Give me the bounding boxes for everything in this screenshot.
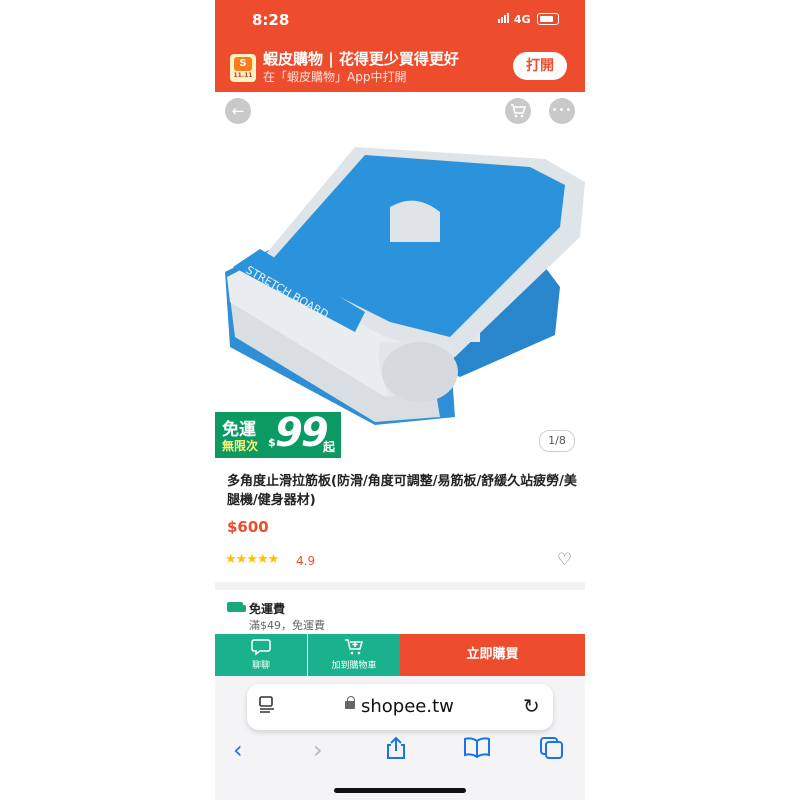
rating-value: 4.9: [296, 554, 316, 568]
truck-icon: [227, 602, 246, 612]
signal-bars-icon: [498, 13, 510, 26]
logo-label: 11.11: [233, 72, 253, 79]
share-icon[interactable]: [385, 736, 407, 766]
shopee-logo-icon: S 11.11: [230, 54, 256, 82]
signal-indicator: 4G: [498, 13, 531, 26]
network-type: 4G: [513, 13, 531, 26]
back-arrow-icon[interactable]: ←: [225, 98, 251, 124]
heart-icon[interactable]: ♡: [557, 550, 572, 570]
home-indicator: [334, 788, 466, 793]
section-divider: [215, 582, 585, 590]
image-page-indicator: 1/8: [539, 430, 575, 452]
reader-icon[interactable]: [258, 695, 276, 718]
product-title: 多角度止滑拉筋板(防滑/角度可調整/易筋板/舒緩久站疲勞/美腿機/健身器材): [227, 474, 577, 508]
battery-icon: [537, 13, 559, 25]
chat-icon: [215, 638, 307, 658]
app-banner[interactable]: S 11.11 蝦皮購物 | 花得更少買得更好 在「蝦皮購物」App中打開 打開: [215, 42, 585, 92]
promo-up: 起: [323, 440, 336, 454]
rating-stars-icon: ★★★★★: [225, 552, 279, 567]
address-bar[interactable]: shopee.tw ↻: [247, 684, 553, 730]
cart-icon[interactable]: [505, 98, 531, 124]
action-bar: 聊聊 加到購物車 立即購買: [215, 634, 585, 676]
bookmarks-icon[interactable]: [463, 736, 491, 764]
buy-now-button[interactable]: 立即購買: [400, 634, 585, 676]
product-image: STRETCH BOARD: [225, 147, 585, 425]
chat-label: 聊聊: [251, 661, 270, 671]
add-cart-label: 加到購物車: [331, 661, 377, 671]
phone-screen: 8:28 4G S 11.11 蝦皮購物 | 花得更少買得更好 在「蝦皮購物」A…: [215, 0, 585, 800]
product-price: $600: [227, 518, 269, 536]
promo-amount: 99: [275, 410, 329, 456]
shipping-title: 免運費: [249, 602, 286, 616]
lock-icon: [345, 696, 355, 709]
banner-title: 蝦皮購物 | 花得更少買得更好: [263, 50, 459, 68]
tabs-icon[interactable]: [539, 736, 565, 766]
add-to-cart-button[interactable]: 加到購物車: [308, 634, 400, 676]
banner-subtitle: 在「蝦皮購物」App中打開: [263, 70, 407, 84]
back-icon[interactable]: ‹: [233, 736, 243, 764]
url-text[interactable]: shopee.tw: [361, 696, 454, 717]
forward-icon[interactable]: ›: [313, 736, 323, 764]
chat-button[interactable]: 聊聊: [215, 634, 307, 676]
free-shipping-promo-badge: 免運 無限次 $ 99 起: [215, 410, 341, 458]
reload-icon[interactable]: ↻: [523, 694, 540, 718]
logo-glyph: S: [234, 57, 252, 71]
status-time: 8:28: [252, 11, 290, 29]
add-cart-icon: [308, 638, 400, 658]
status-bar: 8:28 4G: [215, 0, 585, 42]
shipping-subtitle: 滿$49，免運費: [249, 619, 325, 632]
open-app-button[interactable]: 打開: [513, 52, 567, 80]
product-gallery[interactable]: ← ••• STRETCH BOARD 免運 無限次 $ 99 起 1/8: [215, 92, 585, 460]
browser-toolbar: shopee.tw ↻ ‹ ›: [215, 676, 585, 800]
more-icon[interactable]: •••: [549, 98, 575, 124]
promo-unlimited: 無限次: [222, 439, 259, 453]
